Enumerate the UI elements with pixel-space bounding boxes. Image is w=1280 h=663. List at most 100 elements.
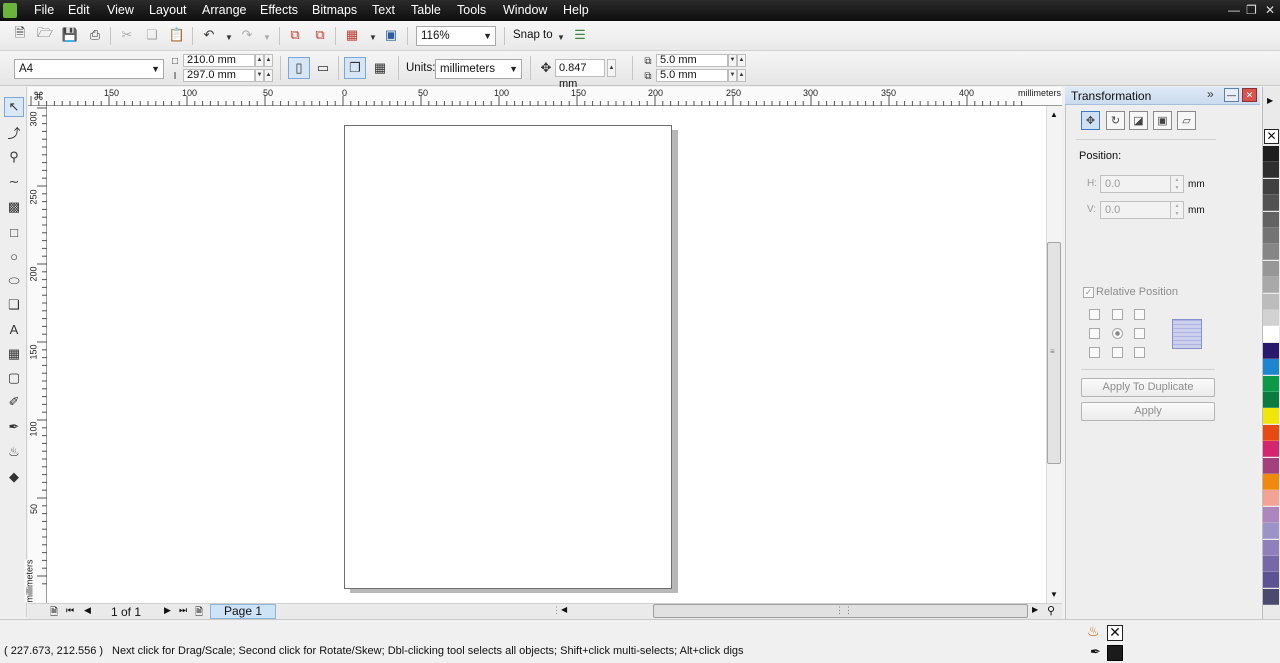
undo-icon[interactable]: ↶ (200, 26, 218, 44)
anchor-bottom-center[interactable] (1112, 347, 1123, 358)
ellipse-tool-icon[interactable]: ○ (4, 246, 24, 266)
color-swatch[interactable] (1263, 244, 1279, 261)
undo-dropdown-icon[interactable]: ▼ (220, 28, 238, 46)
color-swatch[interactable] (1263, 408, 1279, 425)
anchor-middle-right[interactable] (1134, 328, 1145, 339)
landscape-icon[interactable]: ▭ (314, 59, 332, 77)
outline-pen-icon[interactable]: ✒ (1090, 644, 1101, 660)
color-swatch[interactable] (1263, 342, 1279, 359)
color-swatch[interactable] (1263, 293, 1279, 310)
shape-tool-icon[interactable]: ⤴ (4, 122, 24, 142)
scroll-left-icon[interactable]: ◀ (561, 605, 567, 614)
rotate-mode-icon[interactable]: ↻ (1106, 111, 1125, 130)
color-swatch[interactable] (1263, 588, 1279, 605)
page-size-combo[interactable]: A4 ▼ (14, 59, 164, 79)
blend-tool-icon[interactable]: ▢ (4, 368, 24, 388)
current-page-icon[interactable]: ▦ (371, 59, 389, 77)
color-swatch[interactable] (1263, 457, 1279, 474)
vertical-ruler[interactable]: 300 250 200 150 100 50 millimeters (24, 106, 47, 603)
vertical-scroll-thumb[interactable]: ≡ (1047, 242, 1061, 464)
units-combo[interactable]: millimeters ▼ (435, 59, 522, 79)
menu-effects[interactable]: Effects (260, 3, 298, 17)
color-swatch[interactable] (1263, 211, 1279, 228)
scroll-down-icon[interactable]: ▼ (1050, 590, 1058, 599)
anchor-bottom-left[interactable] (1089, 347, 1100, 358)
drawing-page[interactable] (344, 125, 672, 589)
fill-color-icon[interactable]: ♨ (1087, 623, 1100, 640)
text-tool-icon[interactable]: A (4, 319, 24, 339)
position-mode-icon[interactable]: ✥ (1081, 111, 1100, 130)
color-swatch[interactable] (1263, 523, 1279, 540)
color-swatch[interactable] (1263, 556, 1279, 572)
spin-down-icon[interactable]: ▼ (728, 69, 737, 82)
save-icon[interactable]: 💾 (61, 26, 79, 44)
fill-tool-icon[interactable]: ♨ (4, 442, 24, 462)
apply-to-duplicate-button[interactable]: Apply To Duplicate (1081, 378, 1215, 397)
scale-mirror-mode-icon[interactable]: ◪ (1129, 111, 1148, 130)
h-position-field[interactable]: 0.0 (1100, 175, 1172, 193)
anchor-top-center[interactable] (1112, 309, 1123, 320)
portrait-icon[interactable]: ▯ (288, 57, 310, 79)
fill-none-swatch[interactable]: ✕ (1107, 625, 1123, 641)
page-height-field[interactable]: 297.0 mm (183, 69, 255, 82)
h-spinner-icon[interactable]: ▲ ▼ (1170, 175, 1184, 193)
zoom-tool-icon[interactable]: ⚲ (4, 147, 24, 167)
open-folder-icon[interactable]: 🗁 (36, 25, 54, 44)
color-swatch[interactable] (1263, 375, 1279, 392)
size-mode-icon[interactable]: ▣ (1153, 111, 1172, 130)
palette-scroll-up-icon[interactable]: ▶ (1267, 96, 1273, 105)
welcome-screen-icon[interactable]: ▣ (382, 26, 400, 44)
copy-icon[interactable]: ❏ (143, 26, 161, 44)
snap-dropdown-icon[interactable]: ▼ (552, 28, 570, 46)
print-icon[interactable]: ⎙ (86, 26, 104, 44)
close-docker-icon[interactable]: ✕ (1242, 88, 1257, 102)
anchor-middle-left[interactable] (1089, 328, 1100, 339)
cut-icon[interactable]: ✂ (118, 26, 136, 44)
color-swatch[interactable] (1263, 539, 1279, 556)
next-page-icon[interactable]: ▶ (164, 605, 171, 616)
horizontal-ruler[interactable]: 150 100 50 0 50 100 150 200 250 300 350 … (28, 87, 1062, 106)
menu-window[interactable]: Window (503, 3, 547, 17)
basic-shapes-tool-icon[interactable]: ❏ (4, 295, 24, 315)
page-tab[interactable]: Page 1 (210, 604, 276, 619)
menu-help[interactable]: Help (563, 3, 589, 17)
application-launcher-icon[interactable]: ▦ (343, 26, 361, 44)
previous-page-icon[interactable]: ◀ (84, 605, 91, 616)
anchor-center[interactable] (1112, 328, 1123, 339)
eyedropper-tool-icon[interactable]: ✐ (4, 392, 24, 412)
expand-docker-icon[interactable]: » (1207, 87, 1214, 101)
color-swatch[interactable] (1263, 260, 1279, 277)
snap-to-button[interactable]: Snap to (513, 29, 553, 41)
smart-fill-tool-icon[interactable]: ▩ (4, 197, 24, 217)
menu-edit[interactable]: Edit (68, 3, 90, 17)
anchor-top-right[interactable] (1134, 309, 1145, 320)
spin-up-icon[interactable]: ▲ (255, 54, 264, 67)
splitter-icon[interactable]: ⋮ (552, 605, 561, 616)
v-position-field[interactable]: 0.0 (1100, 201, 1172, 219)
no-color-swatch[interactable]: ✕ (1264, 129, 1279, 144)
apply-button[interactable]: Apply (1081, 402, 1215, 421)
color-swatch[interactable] (1263, 424, 1279, 441)
nudge-spinner-icon[interactable]: ▲ (607, 59, 616, 77)
menu-file[interactable]: File (34, 3, 54, 17)
color-swatch[interactable] (1263, 228, 1279, 244)
first-page-icon[interactable]: ⏮ (66, 605, 74, 616)
menu-view[interactable]: View (107, 3, 134, 17)
spin-up-icon[interactable]: ▲ (737, 69, 746, 82)
menu-text[interactable]: Text (372, 3, 395, 17)
menu-bitmaps[interactable]: Bitmaps (312, 3, 357, 17)
restore-icon[interactable]: ❐ (1246, 3, 1257, 17)
last-page-icon[interactable]: ⏭ (179, 605, 187, 616)
menu-tools[interactable]: Tools (457, 3, 486, 17)
color-swatch[interactable] (1263, 162, 1279, 179)
relative-position-checkbox[interactable]: ✓ (1083, 287, 1094, 298)
skew-mode-icon[interactable]: ▱ (1177, 111, 1196, 130)
nudge-distance-field[interactable]: 0.847 mm (555, 59, 605, 90)
redo-icon[interactable]: ↷ (238, 26, 256, 44)
import-icon[interactable]: ⧉ (286, 26, 304, 44)
rectangle-tool-icon[interactable]: □ (4, 222, 24, 242)
interactive-fill-tool-icon[interactable]: ◆ (4, 467, 24, 487)
menu-table[interactable]: Table (411, 3, 441, 17)
color-swatch[interactable] (1263, 441, 1279, 458)
duplicate-y-field[interactable]: 5.0 mm (656, 69, 728, 82)
